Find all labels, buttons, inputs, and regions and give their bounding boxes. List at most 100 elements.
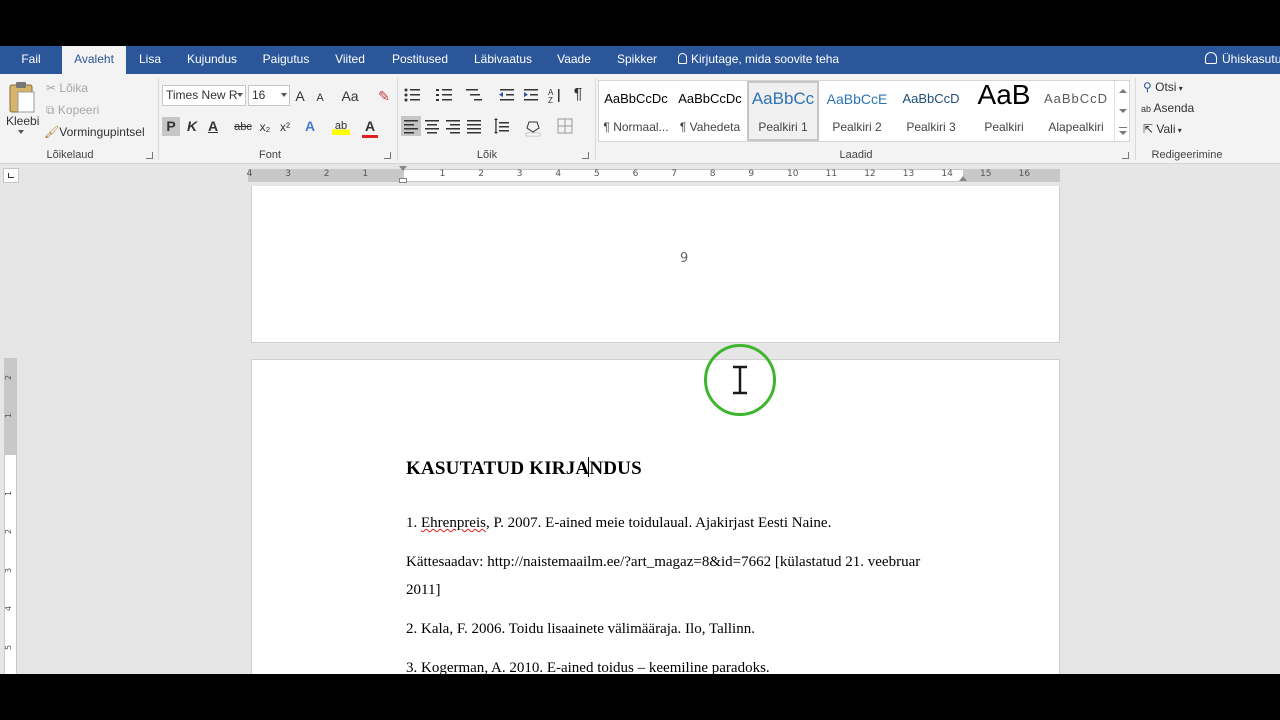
sort-icon: AZ	[548, 88, 560, 105]
font-name-box[interactable]: Times New R	[162, 85, 246, 106]
line-spacing-icon	[494, 118, 509, 134]
document-heading[interactable]: KASUTATUD KIRJANDUS	[406, 458, 642, 480]
strikethrough-button[interactable]: abc	[233, 118, 253, 136]
ruler-number: 2	[4, 374, 14, 380]
more-icon[interactable]	[1119, 127, 1127, 128]
list-buttons[interactable]: AZ	[402, 86, 592, 106]
gallery-scroll[interactable]	[1114, 81, 1130, 141]
tell-me-box[interactable]: Kirjutage, mida soovite teha	[678, 46, 858, 74]
left-indent-icon[interactable]	[399, 178, 407, 183]
ruler-number: 4	[4, 606, 14, 612]
tab-file[interactable]: Fail	[10, 46, 52, 74]
copy-icon: ⧉	[46, 103, 58, 117]
page-current[interactable]: KASUTATUD KIRJANDUS 1. Ehrenpreis, P. 20…	[251, 359, 1060, 674]
svg-text:Z: Z	[548, 96, 553, 105]
editing-group-label: Redigeerimine	[1151, 149, 1223, 161]
italic-button[interactable]: K	[184, 117, 200, 135]
misspelled-word: Kogerman	[421, 660, 485, 674]
ruler-number: 9	[748, 169, 755, 179]
tab-selector[interactable]	[3, 168, 19, 183]
clipboard-launcher-icon[interactable]	[146, 152, 153, 159]
borders-icon	[557, 118, 573, 134]
tab-layout[interactable]: Paigutus	[256, 46, 316, 74]
tab-home[interactable]: Avaleht	[62, 46, 126, 74]
document-workspace[interactable]: 2 1 1 2 3 4 5 9 KASUTATUD KIRJANDUS 1. Ehrenpr…	[0, 186, 1280, 674]
underline-button[interactable]: A	[205, 117, 221, 135]
multilevel-icon	[466, 89, 482, 101]
font-size-box[interactable]: 16	[248, 85, 290, 106]
pointer-icon: ⇱	[1143, 122, 1157, 136]
superscript-button[interactable]: x²	[277, 118, 293, 136]
subscript-button[interactable]: x₂	[257, 118, 273, 136]
text-effects-icon[interactable]: A	[302, 117, 318, 135]
separator	[595, 78, 596, 160]
horizontal-ruler[interactable]: 4 3 2 1 1 2 3 4 5 6 7 8 9 10 11 12 13 14 15 16	[247, 166, 1060, 183]
chevron-up-icon[interactable]	[1119, 89, 1127, 93]
reference-line-2[interactable]: Kättesaadav: http://naistemaailm.ee/?art…	[406, 554, 920, 571]
ruler-number: 1	[439, 169, 446, 179]
scissors-icon: ✂	[46, 81, 60, 95]
tab-review[interactable]: Läbivaatus	[467, 46, 539, 74]
copy-button[interactable]: ⧉ Kopeeri	[46, 103, 99, 118]
reference-line-1[interactable]: 1. Ehrenpreis, P. 2007. E-ained meie toi…	[406, 515, 831, 532]
select-button[interactable]: ⇱ Vali ▾	[1143, 122, 1182, 136]
ruler-number: 3	[4, 567, 14, 573]
font-launcher-icon[interactable]	[384, 152, 391, 159]
styles-gallery: AaBbCcDc ¶ Normaal... AaBbCcDc ¶ Vahedet…	[598, 79, 1130, 142]
highlight-icon[interactable]: ab	[332, 117, 350, 135]
reference-line-3[interactable]: 2011]	[406, 582, 440, 599]
numbering-icon	[436, 89, 452, 101]
share-button[interactable]: Ühiskasutu	[1205, 46, 1280, 74]
clipboard-icon	[9, 82, 35, 113]
replace-button[interactable]: ab Asenda	[1141, 101, 1194, 115]
bold-button[interactable]: P	[162, 117, 180, 136]
vertical-ruler[interactable]: 2 1 1 2 3 4 5	[4, 358, 17, 674]
clear-formatting-icon[interactable]: ✎	[376, 87, 392, 105]
font-color-icon[interactable]: A	[362, 117, 378, 138]
tell-me-text: Kirjutage, mida soovite teha	[691, 52, 840, 66]
style-heading-2[interactable]: AaBbCcE Pealkiri 2	[821, 81, 893, 141]
show-formatting-icon[interactable]: ¶	[570, 86, 586, 104]
lightbulb-icon	[678, 53, 687, 64]
style-title[interactable]: AaB Pealkiri	[969, 79, 1039, 141]
tab-mailings[interactable]: Postitused	[385, 46, 455, 74]
tab-references[interactable]: Viited	[327, 46, 373, 74]
cut-button[interactable]: ✂ Lõika	[46, 81, 88, 95]
ruler-number: 1	[4, 413, 14, 419]
ruler-number: 2	[323, 169, 330, 179]
tab-insert[interactable]: Lisa	[133, 46, 167, 74]
style-no-spacing[interactable]: AaBbCcDc ¶ Vahedeta	[673, 81, 747, 141]
tab-help[interactable]: Spikker	[609, 46, 665, 74]
separator	[158, 78, 159, 160]
page-previous[interactable]: 9	[251, 186, 1060, 343]
ruler-number: 3	[285, 169, 291, 179]
styles-launcher-icon[interactable]	[1122, 152, 1129, 159]
increase-indent-icon	[524, 89, 538, 101]
find-button[interactable]: ⚲ Otsi ▾	[1143, 80, 1183, 94]
grow-font-icon[interactable]: A	[293, 87, 307, 105]
paste-dropdown-icon[interactable]	[18, 130, 24, 134]
style-heading-1[interactable]: AaBbCc Pealkiri 1	[747, 81, 819, 141]
style-subtitle[interactable]: AaBbCcD Alapealkiri	[1039, 81, 1113, 141]
chevron-down-icon[interactable]	[1119, 131, 1127, 135]
first-line-indent-icon[interactable]	[399, 166, 407, 171]
misspelled-word: Ehrenpreis	[421, 515, 486, 531]
paragraph-launcher-icon[interactable]	[582, 152, 589, 159]
chevron-down-icon[interactable]	[1119, 109, 1127, 113]
change-case-icon[interactable]: Aa	[339, 87, 361, 105]
separator	[397, 78, 398, 160]
reference-line-4[interactable]: 2. Kala, F. 2006. Toidu lisaainete välim…	[406, 621, 755, 638]
tab-design[interactable]: Kujundus	[180, 46, 244, 74]
shrink-font-icon[interactable]: A	[314, 89, 326, 107]
ruler-number: 7	[671, 169, 677, 179]
right-indent-icon[interactable]	[959, 176, 967, 181]
reference-line-5[interactable]: 3. Kogerman, A. 2010. E-ained toidus – k…	[406, 660, 770, 674]
style-normal[interactable]: AaBbCcDc ¶ Normaal...	[599, 81, 673, 141]
alignment-buttons[interactable]	[401, 116, 593, 138]
paste-button[interactable]	[6, 80, 40, 116]
ruler-number: 3	[516, 169, 523, 179]
ruler-number: 5	[594, 169, 600, 179]
style-heading-3[interactable]: AaBbCcD Pealkiri 3	[895, 81, 967, 141]
format-painter-button[interactable]: 🖌Vormingupintsel	[44, 125, 145, 139]
tab-view[interactable]: Vaade	[550, 46, 598, 74]
